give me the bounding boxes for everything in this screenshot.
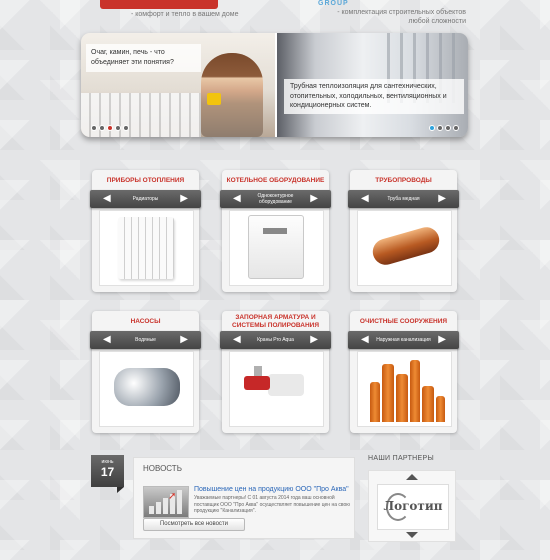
card-subtitle: Труба медная (387, 196, 420, 202)
arrow-right-icon[interactable]: ▶ (438, 333, 446, 346)
all-news-button[interactable]: Посмотреть все новости (143, 518, 245, 531)
card-title: ТРУБОПРОВОДЫ (375, 177, 432, 184)
pump-image (114, 368, 180, 406)
slide-caption: Очаг, камин, печь - что объединяет эти п… (86, 44, 201, 72)
card-subtitle: Краны Pro Aqua (257, 337, 294, 343)
partner-logo[interactable]: Логотип (377, 484, 449, 530)
partner-group-logo[interactable]: GROUP (318, 0, 349, 7)
valve-body-image (268, 374, 304, 396)
slide-fireplace[interactable]: Очаг, камин, печь - что объединяет эти п… (81, 33, 276, 137)
product-image[interactable] (357, 210, 452, 286)
slider-dot-icon[interactable] (123, 125, 129, 131)
slider-pager-left (91, 125, 129, 131)
site-logo[interactable] (100, 0, 218, 9)
arrow-right-icon[interactable]: ▶ (310, 333, 318, 346)
arrow-left-icon[interactable]: ◀ (361, 333, 369, 346)
card-nav: ◀ Водяные ▶ (90, 331, 201, 349)
card-nav: ◀ Труба медная ▶ (348, 190, 459, 208)
card-nav: ◀ Наружная канализация ▶ (348, 331, 459, 349)
partners-carousel: Логотип (368, 470, 456, 542)
arrow-down-icon[interactable] (406, 532, 418, 538)
card-title: НАСОСЫ (130, 318, 161, 325)
arrow-right-icon[interactable]: ▶ (180, 192, 188, 205)
news-link[interactable]: Повышение цен на продукцию ООО "Про Аква… (194, 486, 349, 493)
card-subtitle: Одноконтурное оборудование (257, 193, 294, 205)
card-title: ОЧИСТНЫЕ СООРУЖЕНИЯ (359, 318, 448, 325)
card-nav: ◀ Одноконтурное оборудование ▶ (220, 190, 331, 208)
valve-handle-image (244, 376, 270, 390)
slider-dot-icon[interactable] (99, 125, 105, 131)
arrow-left-icon[interactable]: ◀ (103, 192, 111, 205)
sewer-pipes-image (366, 358, 446, 422)
arrow-up-icon[interactable] (406, 474, 418, 480)
arrow-left-icon[interactable]: ◀ (103, 333, 111, 346)
arrow-right-icon[interactable]: ▶ (180, 333, 188, 346)
arrow-right-icon[interactable]: ▶ (310, 192, 318, 205)
card-subtitle: Водяные (135, 337, 156, 343)
slider-pager-right (429, 125, 459, 131)
card-title: ЗАПОРНАЯ АРМАТУРА И СИСТЕМЫ ПОЛИРОВАНИЯ (232, 314, 319, 329)
tagline-left: - комфорт и тепло в вашем доме (131, 11, 239, 18)
copper-pipe-image (369, 224, 443, 268)
category-card-treatment[interactable]: ОЧИСТНЫЕ СООРУЖЕНИЯ ◀ Наружная канализац… (348, 311, 459, 433)
category-card-boilers[interactable]: КОТЕЛЬНОЕ ОБОРУДОВАНИЕ ◀ Одноконтурное о… (220, 170, 331, 292)
slider-dot-icon[interactable] (429, 125, 435, 131)
arrow-left-icon[interactable]: ◀ (233, 333, 241, 346)
category-card-heating[interactable]: ПРИБОРЫ ОТОПЛЕНИЯ ◀ Радиаторы ▶ (90, 170, 201, 292)
trend-up-icon: ➚ (168, 491, 177, 502)
news-heading: НОВОСТЬ (143, 464, 182, 473)
card-subtitle: Радиаторы (132, 196, 159, 202)
radiator-image (118, 217, 174, 279)
card-title: ПРИБОРЫ ОТОПЛЕНИЯ (106, 177, 185, 184)
news-thumbnail[interactable]: ➚ (143, 486, 189, 518)
slider-dot-icon[interactable] (445, 125, 451, 131)
slide-caption: Трубная теплоизоляция для сантехнических… (284, 79, 464, 114)
mug-image (207, 93, 221, 105)
card-nav: ◀ Краны Pro Aqua ▶ (220, 331, 331, 349)
partners-heading: НАШИ ПАРТНЕРЫ (368, 455, 434, 462)
product-image[interactable] (99, 351, 194, 427)
date-badge-tail (117, 487, 124, 493)
category-card-pipelines[interactable]: ТРУБОПРОВОДЫ ◀ Труба медная ▶ (348, 170, 459, 292)
slider-dot-icon[interactable] (91, 125, 97, 131)
arrow-left-icon[interactable]: ◀ (361, 192, 369, 205)
slider-dot-icon[interactable] (107, 125, 113, 131)
arrow-right-icon[interactable]: ▶ (438, 192, 446, 205)
news-body: Уважаемые партнеры! С 01 августа 2014 го… (194, 495, 351, 514)
slider-dot-icon[interactable] (453, 125, 459, 131)
news-date-badge: июнь 17 (91, 455, 124, 487)
product-image[interactable] (357, 351, 452, 427)
news-block: НОВОСТЬ ➚ Повышение цен на продукцию ООО… (133, 457, 355, 539)
arrow-left-icon[interactable]: ◀ (233, 192, 241, 205)
card-title: КОТЕЛЬНОЕ ОБОРУДОВАНИЕ (226, 177, 325, 184)
product-image[interactable] (229, 210, 324, 286)
partner-logo-text: Логотип (383, 499, 443, 513)
tagline-right: - комплектация строительных объектов люб… (337, 9, 466, 25)
slider-dot-icon[interactable] (437, 125, 443, 131)
product-image[interactable] (229, 351, 324, 427)
product-image[interactable] (99, 210, 194, 286)
card-nav: ◀ Радиаторы ▶ (90, 190, 201, 208)
slider-dot-icon[interactable] (115, 125, 121, 131)
boiler-image (248, 215, 304, 279)
news-date-month: июнь (101, 459, 114, 465)
card-subtitle: Наружная канализация (376, 337, 431, 343)
news-date-day: 17 (100, 465, 115, 479)
hero-slider[interactable]: Очаг, камин, печь - что объединяет эти п… (81, 33, 468, 137)
slide-insulation[interactable]: Трубная теплоизоляция для сантехнических… (277, 33, 468, 137)
category-card-valves[interactable]: ЗАПОРНАЯ АРМАТУРА И СИСТЕМЫ ПОЛИРОВАНИЯ … (220, 311, 331, 433)
category-card-pumps[interactable]: НАСОСЫ ◀ Водяные ▶ (90, 311, 201, 433)
